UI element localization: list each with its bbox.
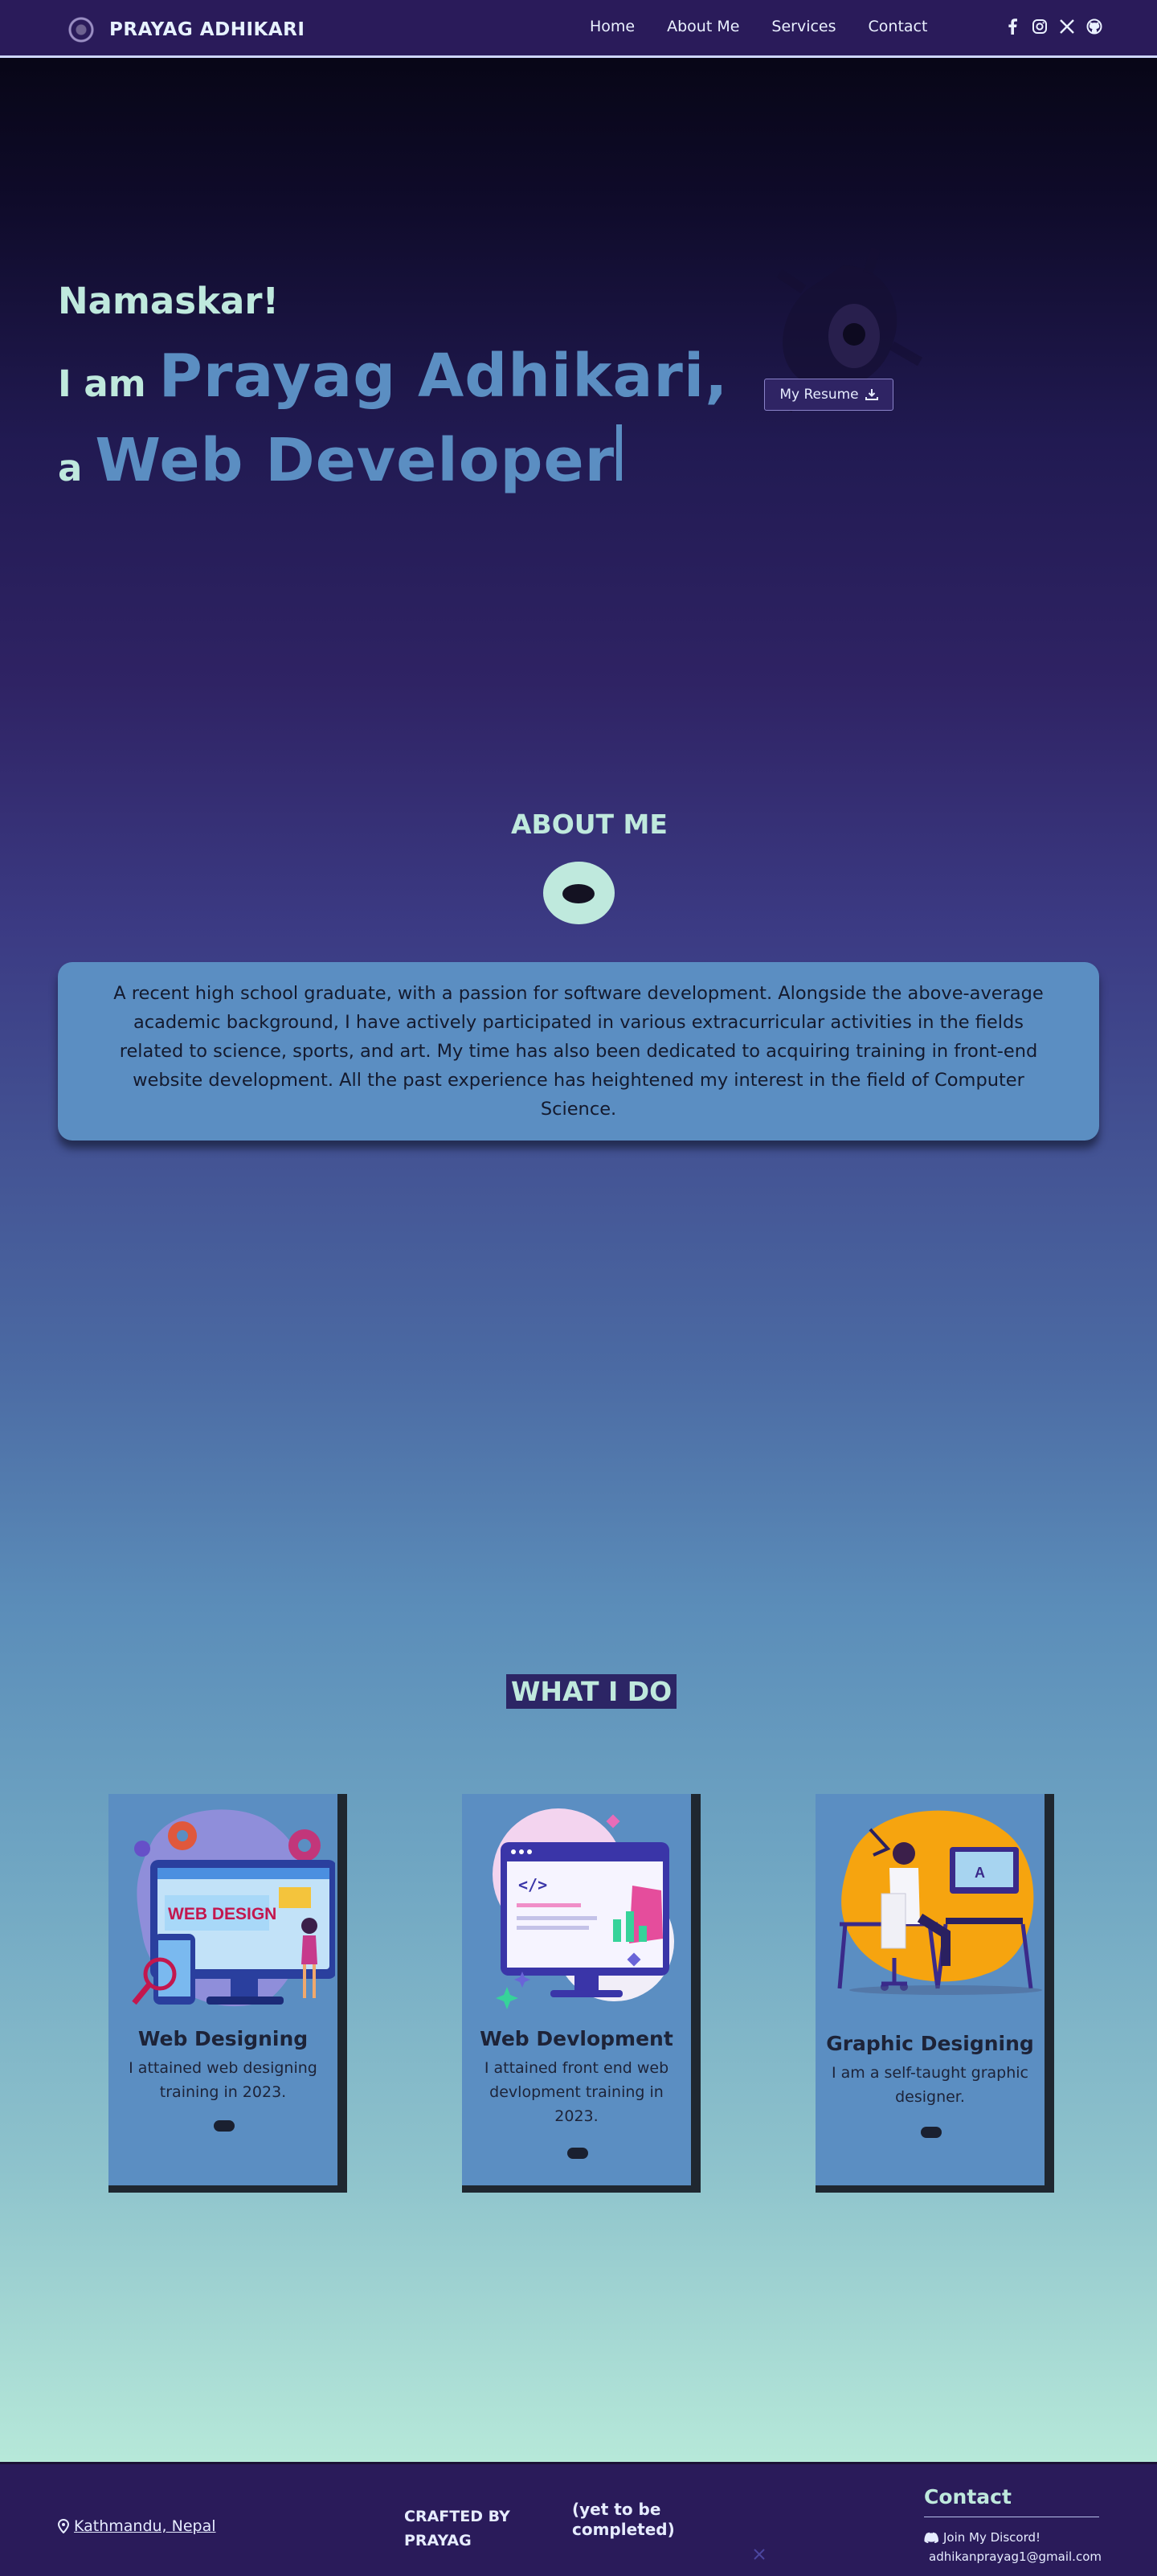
nav-contact[interactable]: Contact: [869, 18, 928, 35]
footer-email-text: adhikanprayag1@gmail.com: [929, 2549, 1102, 2564]
nav-links: Home About Me Services Contact: [590, 18, 959, 35]
brand-title: PRAYAG ADHIKARI: [109, 19, 305, 40]
about-text: A recent high school graduate, with a pa…: [113, 983, 1044, 1120]
service-card-web-development: </> Web Devlopment I attained front end …: [462, 1794, 701, 2193]
footer-contact-title: Contact: [924, 2485, 1099, 2517]
resume-button[interactable]: My Resume: [764, 379, 893, 411]
service-more-button[interactable]: [921, 2127, 942, 2138]
hero-role-text: Web Developer: [95, 426, 615, 495]
graphic-design-illustration: A: [837, 1810, 1042, 1995]
hero-name-line: I am Prayag Adhikari,: [58, 342, 728, 411]
hero-prefix-a: a: [58, 447, 83, 489]
discord-icon: [924, 2532, 938, 2543]
hero-role-line: a Web Developer: [58, 424, 623, 495]
facebook-icon[interactable]: [1004, 18, 1020, 35]
service-desc: I attained front end web devlopment trai…: [484, 2059, 669, 2125]
web-development-illustration: </>: [493, 1808, 674, 2009]
footer-email-link[interactable]: adhikanprayag1@gmail.com: [924, 2549, 1102, 2564]
brand[interactable]: PRAYAG ADHIKARI: [64, 13, 305, 47]
web-design-image-text: WEB DESIGN: [168, 1905, 276, 1923]
page: PRAYAG ADHIKARI Home About Me Services C…: [0, 0, 1157, 2576]
footer-contact: Contact Join My Discord! adhikanprayag1@…: [924, 2485, 1102, 2564]
resume-label: My Resume: [779, 387, 859, 403]
hero-prefix-i-am: I am: [58, 362, 146, 405]
footer-location-text: Kathmandu, Nepal: [74, 2517, 216, 2535]
footer-note: (yet to be completed): [572, 2500, 675, 2539]
svg-text:</>: </>: [518, 1875, 547, 1894]
footer-discord-link[interactable]: Join My Discord!: [924, 2530, 1099, 2545]
typing-cursor: [616, 424, 623, 481]
x-icon[interactable]: [753, 2548, 766, 2561]
web-design-illustration: WEB DESIGN: [132, 1809, 335, 2007]
hero-name: Prayag Adhikari,: [158, 342, 729, 411]
navbar: PRAYAG ADHIKARI Home About Me Services C…: [0, 0, 1157, 58]
footer: Kathmandu, Nepal CRAFTED BY PRAYAG (yet …: [0, 2462, 1157, 2576]
service-desc: I am a self-taught graphic designer.: [832, 2064, 1028, 2106]
x-icon[interactable]: [1059, 18, 1075, 35]
service-title: Web Devlopment: [480, 2027, 673, 2050]
footer-discord-text: Join My Discord!: [943, 2530, 1041, 2545]
services-title: WHAT I DO: [506, 1674, 677, 1709]
github-icon[interactable]: [1086, 18, 1102, 35]
download-icon: [865, 389, 878, 400]
about-card: A recent high school graduate, with a pa…: [58, 962, 1099, 1141]
service-more-button[interactable]: [214, 2120, 235, 2132]
service-desc: I attained web designing training in 202…: [129, 2059, 317, 2101]
about-title: ABOUT ME: [511, 809, 668, 840]
service-more-button[interactable]: [567, 2148, 588, 2159]
service-card-graphic-designing: A Graphic Designing I am a self-taught g…: [816, 1794, 1054, 2193]
nav-about[interactable]: About Me: [667, 18, 739, 35]
service-title: Graphic Designing: [826, 2032, 1034, 2055]
nav-home[interactable]: Home: [590, 18, 635, 35]
hero-role: Web Developer: [95, 424, 623, 495]
nav-services[interactable]: Services: [771, 18, 836, 35]
brand-logo-icon: [64, 13, 98, 47]
footer-crafted-by: CRAFTED BY PRAYAG: [404, 2508, 510, 2549]
social-links: [1004, 18, 1102, 35]
about-avatar-icon: [543, 862, 615, 924]
hero-greeting: Namaskar!: [58, 280, 280, 322]
service-card-web-designing: WEB DESIGN Web Designing I attained web …: [108, 1794, 347, 2193]
service-title: Web Designing: [137, 2027, 309, 2050]
svg-text:A: A: [975, 1865, 985, 1881]
map-pin-icon: [58, 2519, 69, 2533]
footer-location-link[interactable]: Kathmandu, Nepal: [58, 2517, 216, 2535]
instagram-icon[interactable]: [1032, 18, 1048, 35]
